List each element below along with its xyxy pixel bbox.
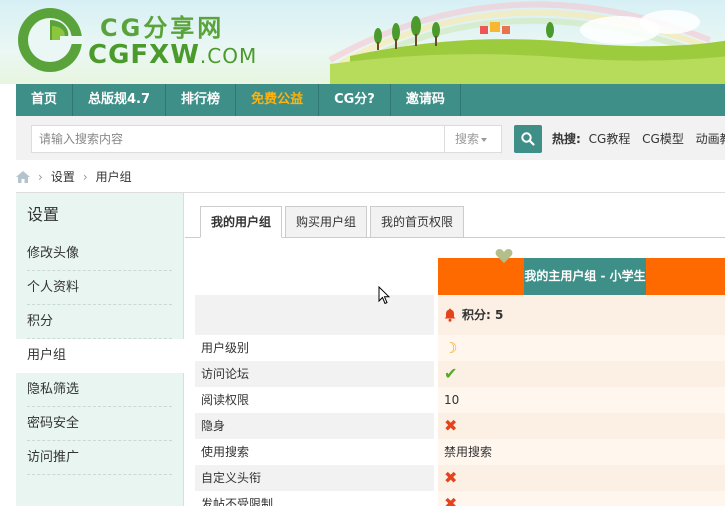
permission-label: 自定义头衔 xyxy=(195,465,434,491)
tab-home-permissions[interactable]: 我的首页权限 xyxy=(370,206,465,238)
nav-item-home[interactable]: 首页 xyxy=(16,84,74,116)
nav-item-ranking[interactable]: 排行榜 xyxy=(166,84,237,116)
logo-chinese-text: CG分享网 xyxy=(100,14,225,42)
chevron-down-icon xyxy=(481,137,488,142)
permission-label: 使用搜索 xyxy=(201,445,250,459)
breadcrumb-item-settings[interactable]: 设置 xyxy=(51,166,75,188)
hot-link-animation-tutorial[interactable]: 动画教程 xyxy=(696,132,725,146)
breadcrumb-item-usergroup[interactable]: 用户组 xyxy=(96,166,132,188)
cross-icon: ✖ xyxy=(444,416,458,435)
mouse-cursor-icon xyxy=(378,286,390,305)
cross-icon: ✖ xyxy=(444,494,458,506)
table-row: 隐身 ✖ xyxy=(195,413,725,439)
sidebar-item-profile[interactable]: 个人资料 xyxy=(16,271,183,305)
usergroup-name: 我的主用户组 - 小学生 xyxy=(524,258,646,295)
search-type-label: 搜索 xyxy=(455,132,480,146)
sidebar-item-promotion[interactable]: 访问推广 xyxy=(16,441,183,475)
nav-item-cg-points[interactable]: CG分? xyxy=(319,84,391,116)
sidebar-item-usergroup[interactable]: 用户组 xyxy=(16,339,184,373)
score-row-label-cell xyxy=(195,295,434,335)
breadcrumb: › 设置 › 用户组 xyxy=(16,166,132,188)
score-value: 积分: 5 xyxy=(438,295,725,335)
logo-icon[interactable] xyxy=(16,6,84,74)
breadcrumb-separator-icon: › xyxy=(38,170,43,184)
cross-icon: ✖ xyxy=(444,468,458,487)
permission-label: 访问论坛 xyxy=(195,361,434,387)
logo-domain: .COM xyxy=(199,44,258,68)
permission-value: ✔ xyxy=(438,361,725,387)
heart-icon xyxy=(495,249,513,263)
sidebar-item-avatar[interactable]: 修改头像 xyxy=(16,237,183,271)
bell-icon xyxy=(444,308,456,322)
site-header: CG分享网 CGFXW.COM xyxy=(0,0,725,84)
table-row: 使用搜索 禁用搜索 xyxy=(195,439,725,465)
nav-item-invite-code[interactable]: 邀请码 xyxy=(391,84,461,116)
hot-link-cg-model[interactable]: CG模型 xyxy=(642,132,684,146)
permission-label: 隐身 xyxy=(195,413,434,439)
table-row: 阅读权限 10 xyxy=(195,387,725,413)
sidebar-title: 设置 xyxy=(27,205,60,224)
table-row: 发帖不受限制 ✖ xyxy=(195,491,725,506)
sidebar-item-privacy[interactable]: 隐私筛选 xyxy=(16,373,183,407)
usergroup-header: 我的主用户组 - 小学生 xyxy=(438,258,725,295)
header-landscape-illustration xyxy=(328,1,725,84)
moon-icon: ☽ xyxy=(444,339,458,357)
check-icon: ✔ xyxy=(444,364,458,383)
permission-label: 阅读权限 xyxy=(201,393,250,407)
permission-value: ☽ xyxy=(438,335,725,361)
table-row: 访问论坛 ✔ xyxy=(195,361,725,387)
search-type-dropdown[interactable]: 搜索 xyxy=(444,125,502,153)
hot-search-label: 热搜: xyxy=(552,132,581,146)
permission-value: ✖ xyxy=(438,465,725,491)
hot-search: 热搜: CG教程 CG模型 动画教程 xyxy=(552,130,725,147)
nav-item-free-charity[interactable]: 免费公益 xyxy=(236,84,320,116)
logo-name: CGFXW xyxy=(88,40,200,70)
tab-my-usergroup[interactable]: 我的用户组 xyxy=(200,206,283,238)
permission-value: 禁用搜索 xyxy=(438,439,725,465)
search-icon xyxy=(521,132,535,146)
search-bar: 搜索 热搜: CG教程 CG模型 动画教程 xyxy=(16,116,725,160)
permission-label: 用户级别 xyxy=(201,341,250,355)
search-button[interactable] xyxy=(514,125,542,153)
permission-value: ✖ xyxy=(438,413,725,439)
permission-value: ✖ xyxy=(438,491,725,506)
usergroup-tabs: 我的用户组 购买用户组 我的首页权限 xyxy=(185,206,725,238)
search-input[interactable] xyxy=(31,125,445,153)
logo-english-text: CGFXW.COM xyxy=(88,40,257,70)
sidebar-item-password-security[interactable]: 密码安全 xyxy=(16,407,183,441)
nav-item-rules[interactable]: 总版规4.7 xyxy=(73,84,167,116)
permission-label: 发帖不受限制 xyxy=(201,497,274,506)
settings-sidebar: 设置 修改头像 个人资料 积分 用户组 隐私筛选 密码安全 访问推广 xyxy=(16,193,184,506)
sidebar-item-points[interactable]: 积分 xyxy=(16,305,183,339)
permission-value: 10 xyxy=(438,387,725,413)
score-row: 积分: 5 xyxy=(195,295,725,335)
table-row: 自定义头衔 ✖ xyxy=(195,465,725,491)
main-nav: 首页 总版规4.7 排行榜 免费公益 CG分? 邀请码 xyxy=(16,84,725,116)
tab-buy-usergroup[interactable]: 购买用户组 xyxy=(285,206,368,238)
score-label: 积分: 5 xyxy=(462,308,504,322)
table-row: 用户级别 ☽ xyxy=(195,335,725,361)
hot-link-cg-tutorial[interactable]: CG教程 xyxy=(589,132,631,146)
breadcrumb-separator-icon: › xyxy=(82,170,88,184)
home-icon[interactable] xyxy=(16,171,30,183)
